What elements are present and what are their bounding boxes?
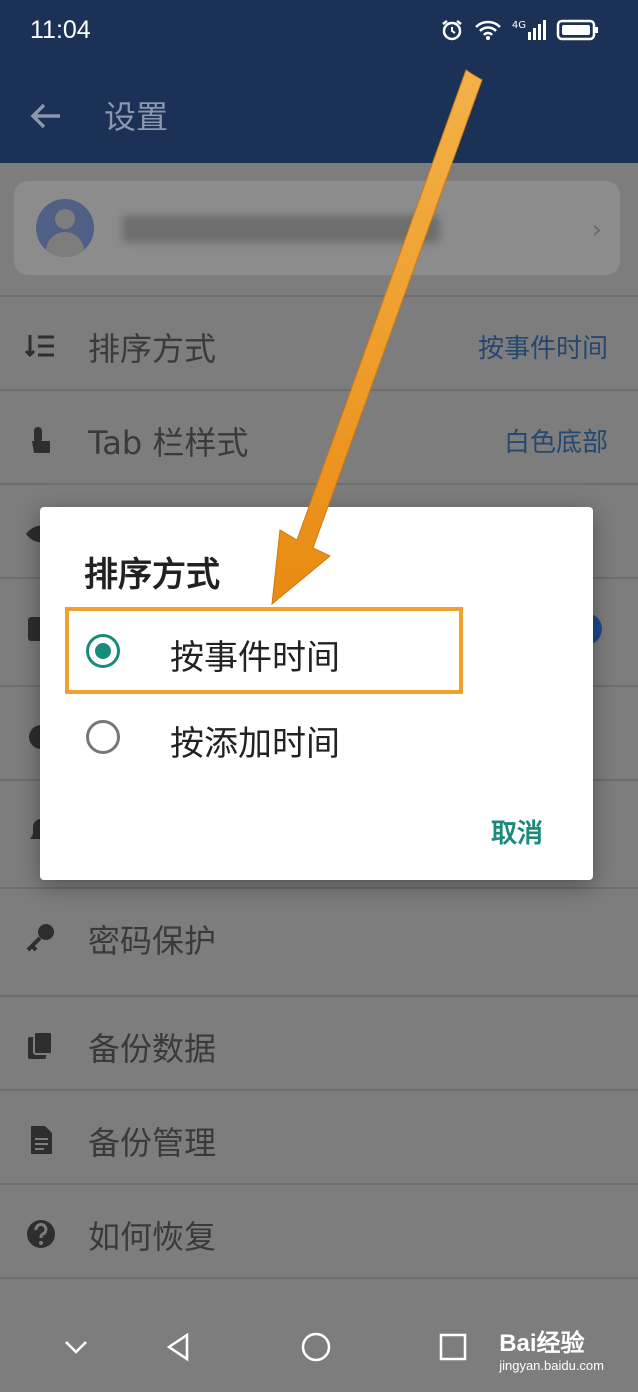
touch-icon: [32, 427, 50, 453]
status-icons: 4G: [440, 18, 600, 42]
chevron-down-icon[interactable]: [60, 1331, 92, 1363]
settings-value: 按事件时间: [477, 334, 608, 364]
account-card[interactable]: ›: [14, 181, 620, 275]
highlight-box: [65, 607, 463, 694]
app-bar: 设置: [0, 66, 638, 163]
option-added-time[interactable]: 按添加时间: [66, 694, 462, 780]
option-label: 按添加时间: [170, 724, 340, 764]
settings-row-sort[interactable]: 排序方式 按事件时间: [0, 295, 638, 389]
settings-label: 密码保护: [88, 922, 217, 960]
settings-value: 白色底部: [503, 428, 608, 458]
settings-row-restore[interactable]: 如何恢复: [0, 1183, 638, 1277]
settings-row-backup[interactable]: 备份数据: [0, 995, 638, 1089]
settings-row-backup-manage[interactable]: 备份管理: [0, 1089, 638, 1183]
help-icon: [27, 1220, 55, 1248]
alarm-icon: [442, 20, 462, 41]
status-bar: 11:04 4G: [0, 0, 638, 66]
copy-icon: [28, 1031, 53, 1059]
navigation-bar: Bai经验 jingyan.baidu.com: [0, 1293, 638, 1392]
back-arrow-icon[interactable]: [28, 98, 64, 134]
back-triangle-icon[interactable]: [163, 1331, 195, 1363]
settings-label: 排序方式: [88, 330, 217, 368]
settings-label: Tab 栏样式: [88, 424, 249, 462]
document-icon: [31, 1126, 52, 1154]
battery-icon: [556, 19, 598, 41]
account-name-blurred: [122, 215, 440, 243]
settings-label: 如何恢复: [88, 1218, 217, 1256]
status-time: 11:04: [30, 16, 91, 44]
avatar: [36, 199, 94, 257]
sort-icon: [24, 335, 54, 358]
settings-row-tab-style[interactable]: Tab 栏样式 白色底部: [0, 389, 638, 483]
watermark-logo: Bai经验 jingyan.baidu.com: [499, 1330, 604, 1373]
settings-label: 备份数据: [88, 1030, 217, 1068]
home-circle-icon[interactable]: [300, 1331, 332, 1363]
key-icon: [26, 924, 54, 952]
sort-dialog: 排序方式 按事件时间 按添加时间 取消: [40, 507, 593, 880]
signal-4g-icon: 4G: [512, 20, 546, 40]
page-title: 设置: [104, 98, 169, 136]
cancel-button[interactable]: 取消: [491, 813, 543, 850]
settings-row-password[interactable]: 密码保护: [0, 887, 638, 981]
recents-square-icon[interactable]: [437, 1331, 469, 1363]
settings-label: 备份管理: [88, 1124, 217, 1162]
wifi-icon: [474, 20, 501, 40]
radio-unselected-icon[interactable]: [86, 720, 120, 754]
dialog-title: 排序方式: [84, 555, 220, 595]
chevron-right-icon: ›: [591, 215, 602, 245]
